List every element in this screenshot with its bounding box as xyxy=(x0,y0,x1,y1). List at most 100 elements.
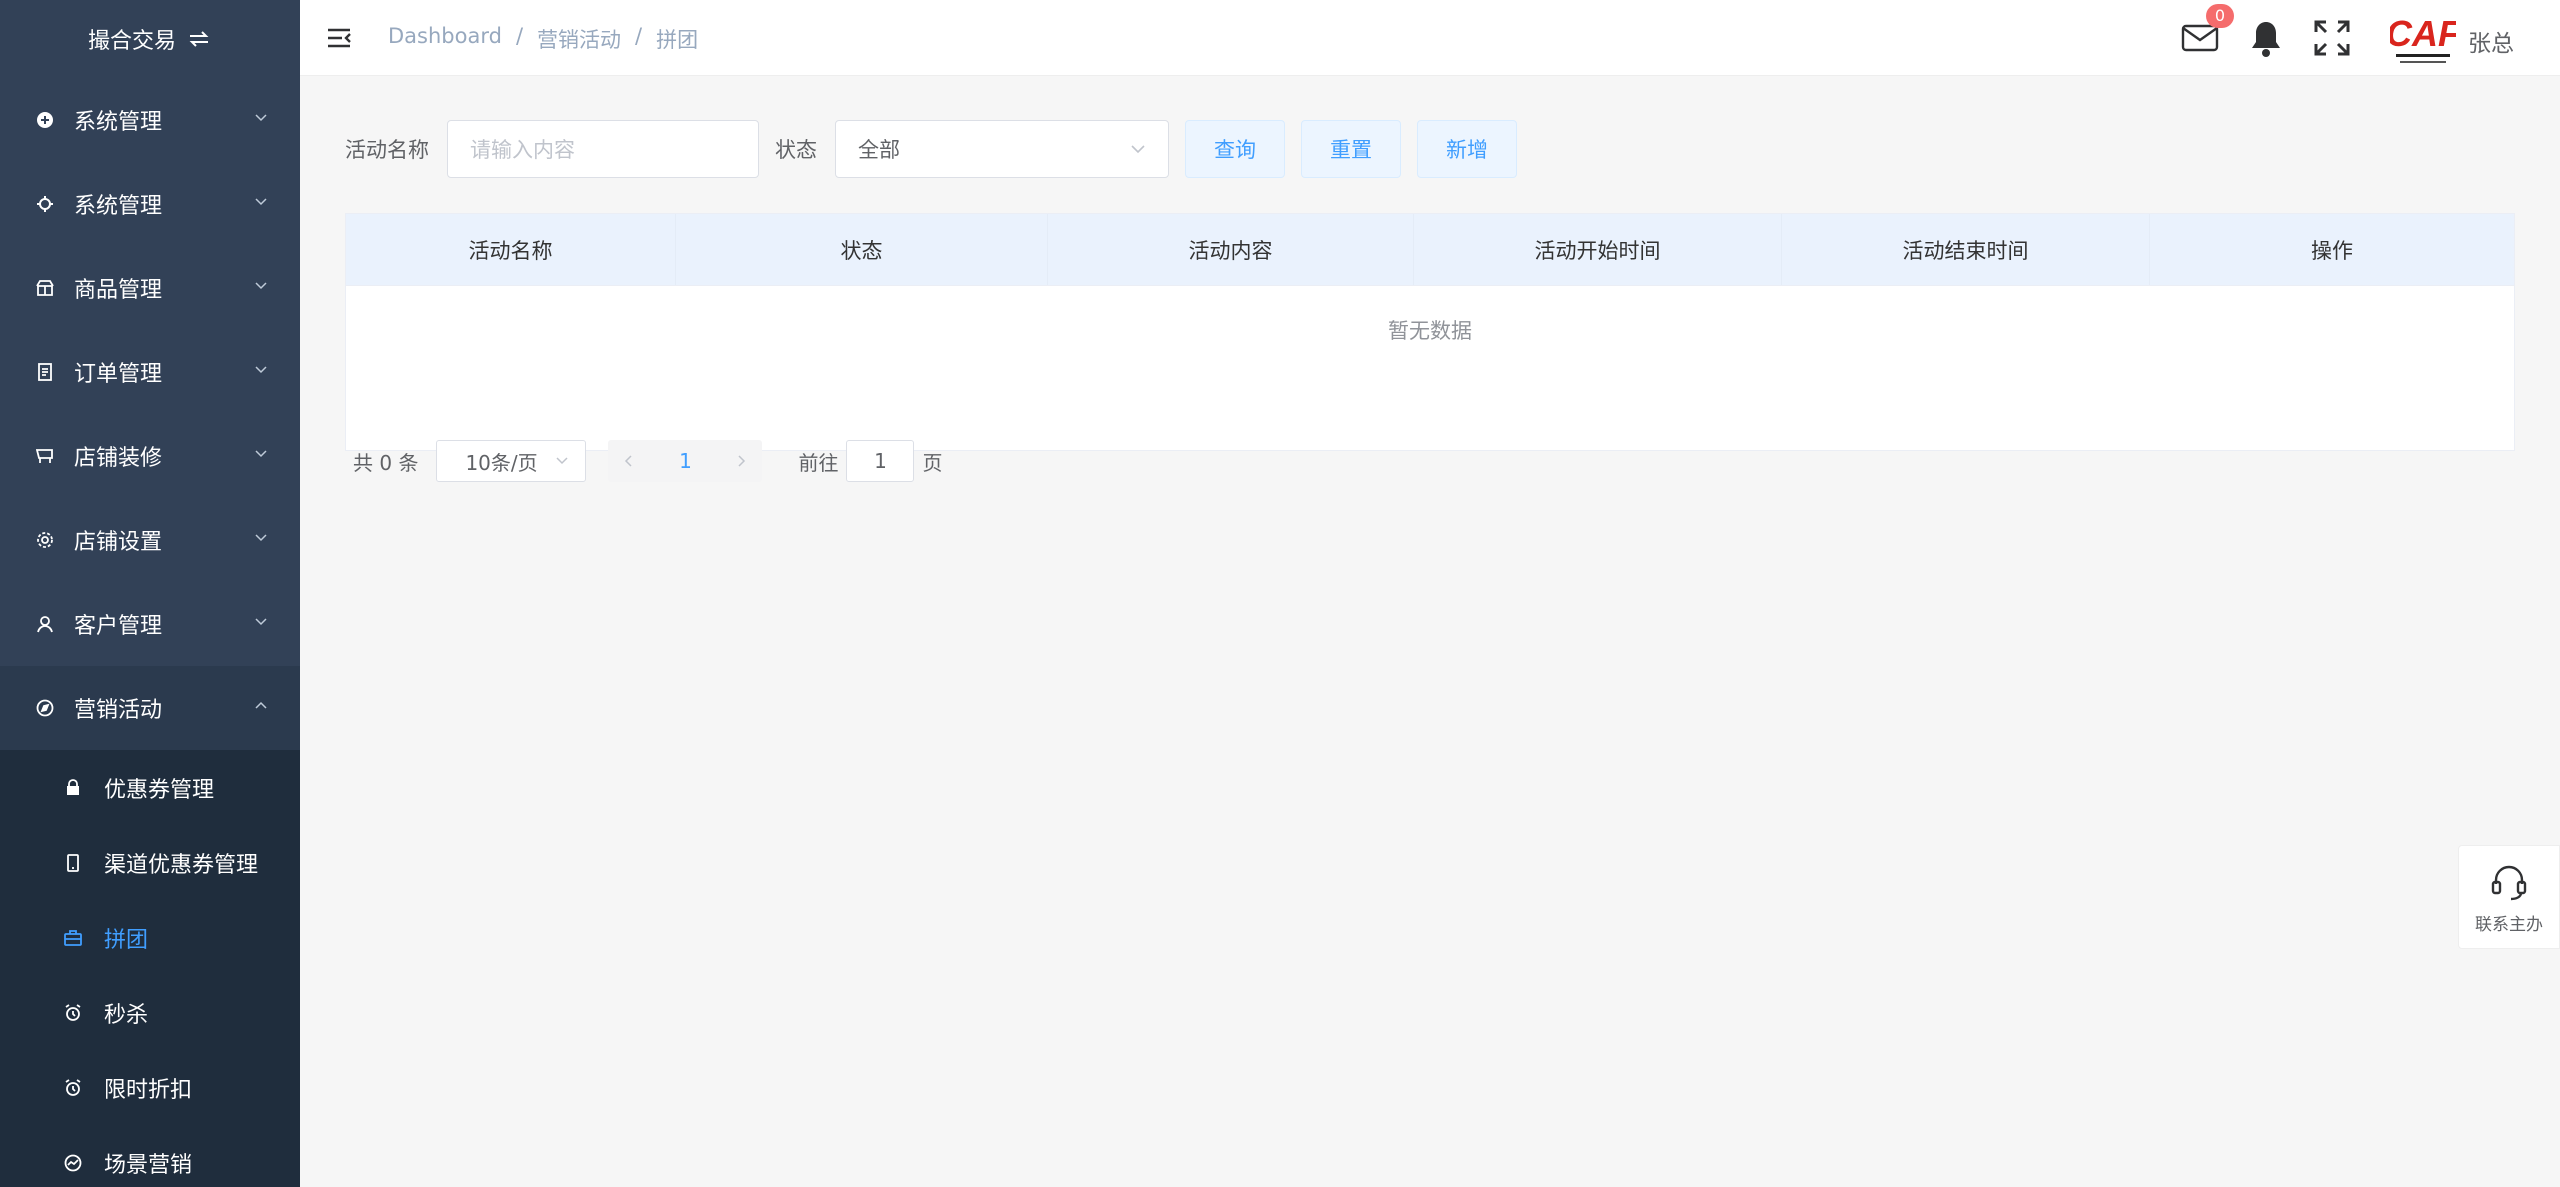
sidebar-item-system-1[interactable]: 系统管理 xyxy=(0,78,300,162)
activity-name-label: 活动名称 xyxy=(345,138,429,162)
filter-bar: 活动名称 请输入内容 状态 全部 查询 重置 新增 xyxy=(345,120,1517,178)
gear-icon xyxy=(36,195,54,213)
contact-label: 联系主办 xyxy=(2475,914,2543,935)
document-icon xyxy=(36,363,54,381)
sidebar-item-orders[interactable]: 订单管理 xyxy=(0,330,300,414)
marketing-submenu: 优惠券管理 渠道优惠券管理 拼团 秒杀 限时折扣 场景营销 xyxy=(0,750,300,1187)
breadcrumb: Dashboard / 营销活动 / 拼团 xyxy=(388,24,698,54)
sidebar-item-label: 店铺装修 xyxy=(74,446,163,471)
sidebar-item-label: 订单管理 xyxy=(74,362,163,387)
sidebar-item-label: 系统管理 xyxy=(74,110,163,135)
chevron-right-icon xyxy=(738,455,746,467)
chart-icon xyxy=(64,1154,82,1172)
chevron-down-icon xyxy=(255,114,267,122)
pagination: 共 0 条 10条/页 1 前往 1 页 xyxy=(353,440,942,482)
column-header: 活动名称 xyxy=(346,214,676,285)
top-header: Dashboard / 营销活动 / 拼团 0 CAF 张总 xyxy=(300,0,2560,76)
goto-page-input[interactable]: 1 xyxy=(846,440,915,482)
plus-circle-icon xyxy=(36,111,54,129)
column-header: 操作 xyxy=(2311,238,2353,263)
sidebar-item-label: 系统管理 xyxy=(74,194,163,219)
add-button[interactable]: 新增 xyxy=(1417,120,1517,178)
activity-table: 活动名称 状态 活动内容 活动开始时间 活动结束时间 操作 暂无数据 xyxy=(345,213,2515,451)
chevron-up-icon xyxy=(255,701,267,709)
page-buttons: 1 xyxy=(608,440,763,482)
status-select-value: 全部 xyxy=(858,138,900,162)
reset-button[interactable]: 重置 xyxy=(1301,120,1401,178)
breadcrumb-current: 拼团 xyxy=(656,28,699,52)
column-header: 状态 xyxy=(676,214,1048,285)
shop-icon xyxy=(36,279,54,297)
sidebar-item-label: 营销活动 xyxy=(74,698,163,723)
page-size-value: 10条/页 xyxy=(465,450,538,475)
empty-text: 暂无数据 xyxy=(1388,319,1472,343)
activity-name-placeholder: 请输入内容 xyxy=(470,138,575,162)
menu-fold-icon[interactable] xyxy=(326,25,352,51)
chevron-down-icon xyxy=(1131,145,1145,154)
goto-prefix: 前往 xyxy=(798,450,839,475)
sidebar-subitem-scene-marketing[interactable]: 场景营销 xyxy=(0,1125,300,1187)
settings-icon xyxy=(36,531,54,549)
next-page-button[interactable] xyxy=(720,440,762,482)
chevron-down-icon xyxy=(255,282,267,290)
column-header: 活动结束时间 xyxy=(1782,214,2150,285)
chevron-down-icon xyxy=(255,366,267,374)
breadcrumb-marketing[interactable]: 营销活动 xyxy=(537,24,621,54)
fullscreen-icon[interactable] xyxy=(2312,18,2352,58)
alarm-icon xyxy=(64,1003,82,1022)
sidebar-item-customers[interactable]: 客户管理 xyxy=(0,582,300,666)
prev-page-button[interactable] xyxy=(608,440,650,482)
sidebar-item-marketing[interactable]: 营销活动 xyxy=(0,666,300,750)
sidebar-item-label: 商品管理 xyxy=(74,278,163,303)
sidebar-subitem-channel-coupons[interactable]: 渠道优惠券管理 xyxy=(0,825,300,900)
brand[interactable]: 撮合交易 xyxy=(0,0,300,78)
alarm-icon xyxy=(64,1078,82,1097)
page-number[interactable]: 1 xyxy=(650,440,720,482)
column-header: 活动开始时间 xyxy=(1414,214,1782,285)
query-button[interactable]: 查询 xyxy=(1185,120,1285,178)
sidebar-subitem-group-buy[interactable]: 拼团 xyxy=(0,900,300,975)
switch-icon xyxy=(189,31,209,47)
breadcrumb-dashboard[interactable]: Dashboard xyxy=(388,24,502,54)
headset-icon xyxy=(2491,865,2527,900)
sidebar-item-label: 店铺设置 xyxy=(74,530,163,555)
contact-organizer-button[interactable]: 联系主办 xyxy=(2458,845,2560,949)
chevron-down-icon xyxy=(255,198,267,206)
chevron-down-icon xyxy=(255,450,267,458)
sidebar-item-store-settings[interactable]: 店铺设置 xyxy=(0,498,300,582)
username[interactable]: 张总 xyxy=(2468,24,2514,58)
status-label: 状态 xyxy=(775,138,817,162)
table-header: 活动名称 状态 活动内容 活动开始时间 活动结束时间 操作 xyxy=(346,214,2514,286)
mail-count-badge: 0 xyxy=(2206,4,2234,28)
total-count: 共 0 条 xyxy=(353,450,419,475)
activity-name-input[interactable]: 请输入内容 xyxy=(447,120,759,178)
sidebar-item-system-2[interactable]: 系统管理 xyxy=(0,162,300,246)
sidebar-subitem-label: 限时折扣 xyxy=(104,1077,193,1103)
sidebar-item-label: 客户管理 xyxy=(74,614,163,639)
svg-text:CAF: CAF xyxy=(2390,13,2456,54)
user-icon xyxy=(36,615,54,633)
sidebar-subitem-label: 秒杀 xyxy=(104,1002,149,1028)
sidebar-subitem-coupons[interactable]: 优惠券管理 xyxy=(0,750,300,825)
chevron-down-icon xyxy=(255,534,267,542)
column-header: 活动内容 xyxy=(1048,214,1414,285)
status-select[interactable]: 全部 xyxy=(835,120,1169,178)
sidebar-subitem-label: 渠道优惠券管理 xyxy=(104,852,259,878)
sidebar-item-products[interactable]: 商品管理 xyxy=(0,246,300,330)
chevron-down-icon xyxy=(556,457,568,465)
brand-label: 撮合交易 xyxy=(87,29,176,54)
sidebar-subitem-label: 优惠券管理 xyxy=(104,777,215,803)
sidebar-subitem-limited-discount[interactable]: 限时折扣 xyxy=(0,1050,300,1125)
briefcase-icon xyxy=(64,929,82,947)
sidebar-subitem-label: 拼团 xyxy=(104,927,149,953)
goto-suffix: 页 xyxy=(922,450,943,475)
page-size-select[interactable]: 10条/页 xyxy=(436,440,587,482)
chevron-left-icon xyxy=(625,455,632,467)
sidebar-subitem-flash-sale[interactable]: 秒杀 xyxy=(0,975,300,1050)
bell-icon[interactable] xyxy=(2248,20,2284,58)
sidebar-item-decoration[interactable]: 店铺装修 xyxy=(0,414,300,498)
breadcrumb-separator: / xyxy=(635,24,643,48)
bag-icon xyxy=(64,778,82,797)
sidebar: 撮合交易 系统管理 系统管理 商品管理 订单管理 店铺装修 店铺设置 客户管理 … xyxy=(0,0,300,1187)
phone-icon xyxy=(64,853,82,872)
